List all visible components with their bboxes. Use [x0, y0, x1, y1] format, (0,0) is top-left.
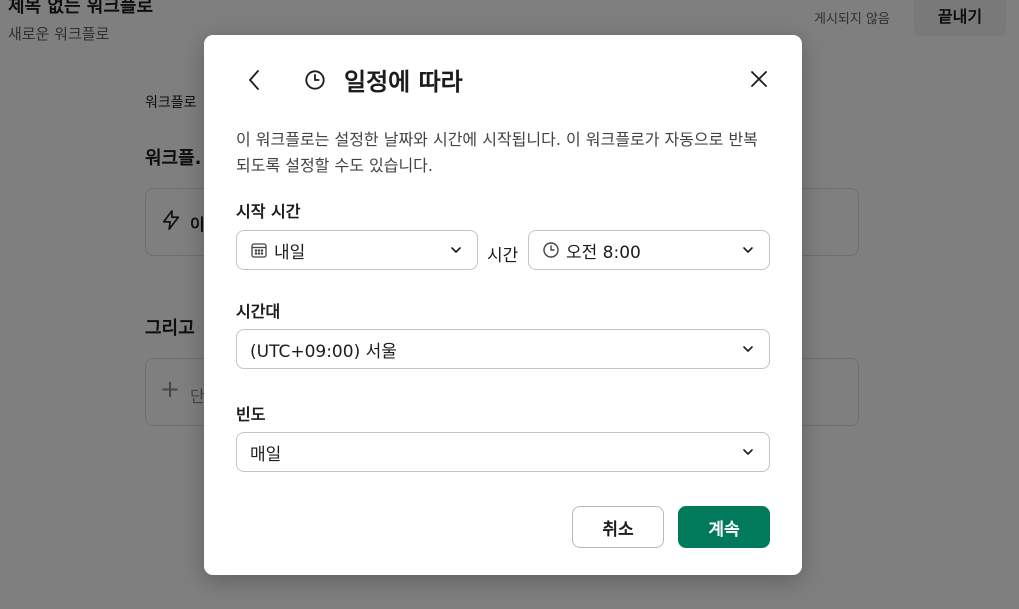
frequency-select-value: 매일 [250, 444, 282, 465]
frequency-select[interactable]: 매일 [236, 432, 770, 472]
close-button[interactable] [744, 64, 774, 94]
time-label: 시간 [487, 246, 519, 266]
frequency-label: 빈도 [236, 405, 266, 424]
back-button[interactable] [240, 65, 270, 95]
close-icon [751, 71, 767, 87]
date-select[interactable]: 내일 [236, 230, 478, 270]
chevron-down-icon [743, 247, 753, 253]
chevron-down-icon [451, 247, 461, 253]
time-select[interactable]: 오전 8:00 [528, 230, 770, 270]
cancel-button[interactable]: 취소 [572, 506, 664, 548]
timezone-select-value: (UTC+09:00) 서울 [250, 341, 397, 362]
dialog-description: 이 워크플로는 설정한 날짜와 시간에 시작됩니다. 이 워크플로가 자동으로 … [236, 130, 758, 175]
dialog-title: 일정에 따라 [344, 68, 463, 96]
continue-button[interactable]: 계속 [678, 506, 770, 548]
clock-icon [543, 242, 559, 258]
timezone-label: 시간대 [236, 302, 281, 321]
start-time-label: 시작 시간 [236, 202, 301, 221]
time-select-value: 오전 8:00 [566, 242, 641, 263]
chevron-down-icon [743, 449, 753, 455]
clock-icon [305, 70, 325, 90]
chevron-left-icon [249, 70, 259, 90]
timezone-select[interactable]: (UTC+09:00) 서울 [236, 329, 770, 369]
calendar-icon [251, 243, 267, 258]
chevron-down-icon [743, 346, 753, 352]
date-select-value: 내일 [274, 242, 306, 263]
schedule-dialog: 일정에 따라 이 워크플로는 설정한 날짜와 시간에 시작됩니다. 이 워크플로… [204, 35, 802, 575]
